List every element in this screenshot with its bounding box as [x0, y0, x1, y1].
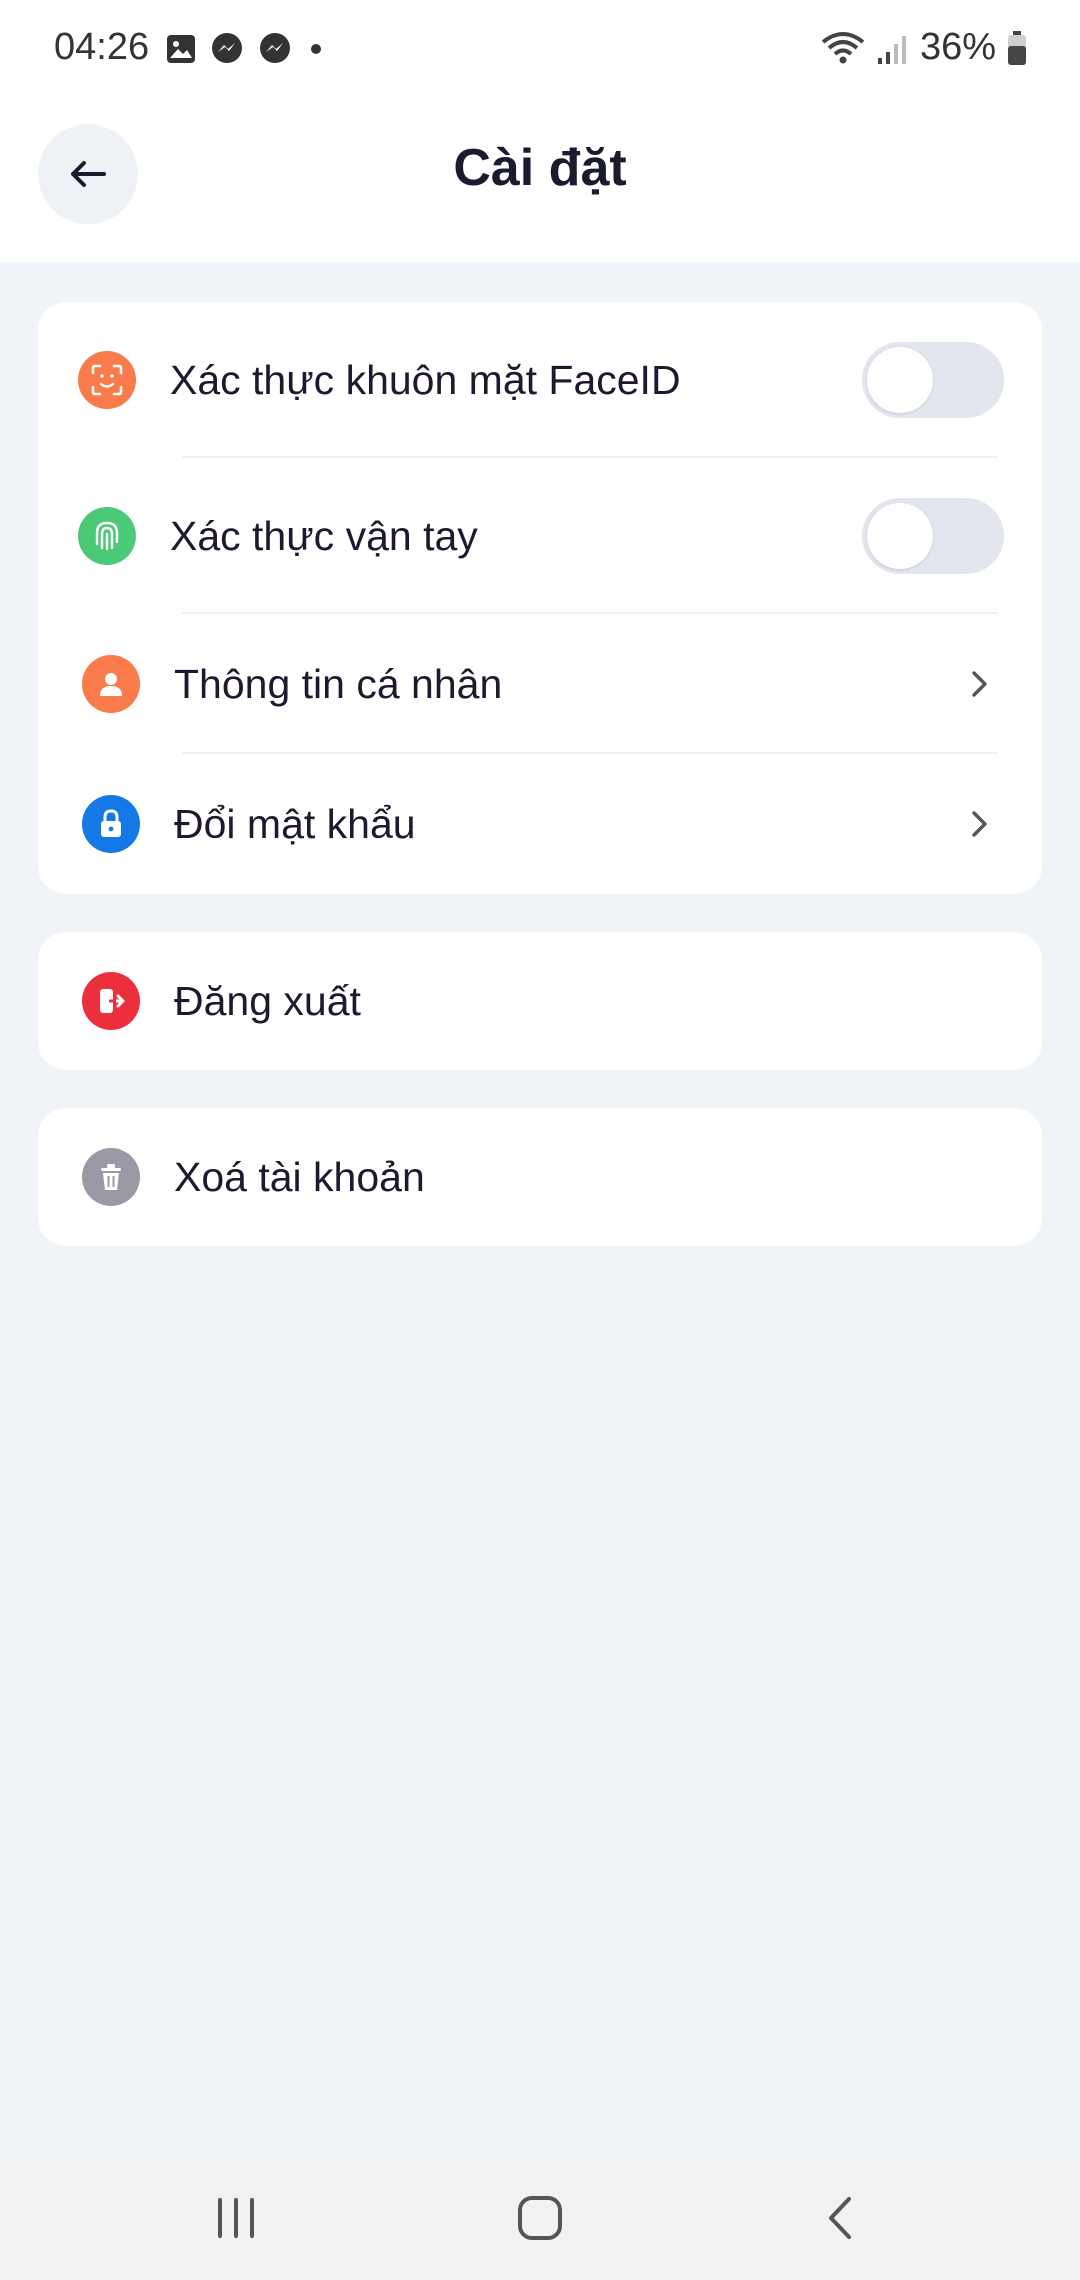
- signal-icon: [877, 35, 906, 64]
- trash-icon: [82, 1148, 140, 1206]
- change-password-row[interactable]: Đổi mật khẩu: [38, 754, 1042, 894]
- faceid-label: Xác thực khuôn mặt FaceID: [170, 356, 681, 403]
- fingerprint-toggle[interactable]: [862, 498, 1004, 574]
- faceid-toggle[interactable]: [862, 342, 1004, 418]
- fingerprint-label: Xác thực vận tay: [170, 512, 478, 559]
- messenger-icon: [260, 33, 290, 63]
- settings-card: Xác thực khuôn mặt FaceID Xác thực vận t…: [38, 302, 1042, 894]
- gallery-icon: [167, 35, 195, 63]
- page-title: Cài đặt: [453, 139, 627, 197]
- status-time: 04:26: [54, 26, 150, 68]
- toggle-knob: [867, 347, 933, 413]
- battery-percentage: 36%: [919, 26, 996, 68]
- wifi-icon: [821, 31, 865, 63]
- messenger-icon: [212, 33, 242, 63]
- app-header: Cài đặt: [0, 100, 1080, 262]
- fingerprint-icon: [78, 507, 136, 565]
- chevron-right-icon: [972, 671, 987, 697]
- delete-account-label: Xoá tài khoản: [174, 1153, 425, 1200]
- toggle-knob: [867, 503, 933, 569]
- lock-icon: [82, 795, 140, 853]
- recent-apps-button[interactable]: [176, 2156, 296, 2280]
- home-button[interactable]: [480, 2156, 600, 2280]
- logout-icon: [82, 972, 140, 1030]
- face-id-icon: [78, 351, 136, 409]
- dot-icon: [311, 44, 321, 54]
- personal-info-label: Thông tin cá nhân: [174, 660, 503, 707]
- status-bar: 04:26 36%: [0, 0, 1080, 100]
- delete-account-row[interactable]: Xoá tài khoản: [38, 1108, 1042, 1246]
- home-icon: [518, 2196, 562, 2240]
- change-password-label: Đổi mật khẩu: [174, 800, 416, 847]
- faceid-row: Xác thực khuôn mặt FaceID: [38, 302, 1042, 458]
- battery-icon: [1008, 30, 1026, 65]
- personal-info-row[interactable]: Thông tin cá nhân: [38, 614, 1042, 754]
- system-nav-bar: [0, 2156, 1080, 2280]
- logout-label: Đăng xuất: [174, 977, 361, 1024]
- delete-account-card[interactable]: Xoá tài khoản: [38, 1108, 1042, 1246]
- logout-row[interactable]: Đăng xuất: [38, 932, 1042, 1070]
- system-back-button[interactable]: [780, 2156, 900, 2280]
- logout-card[interactable]: Đăng xuất: [38, 932, 1042, 1070]
- chevron-right-icon: [972, 811, 987, 837]
- back-icon: [829, 2197, 851, 2239]
- fingerprint-row: Xác thực vận tay: [38, 458, 1042, 614]
- recent-apps-icon: [218, 2198, 254, 2238]
- user-icon: [82, 655, 140, 713]
- notification-icons: [166, 32, 326, 66]
- status-right: 36%: [820, 26, 1028, 69]
